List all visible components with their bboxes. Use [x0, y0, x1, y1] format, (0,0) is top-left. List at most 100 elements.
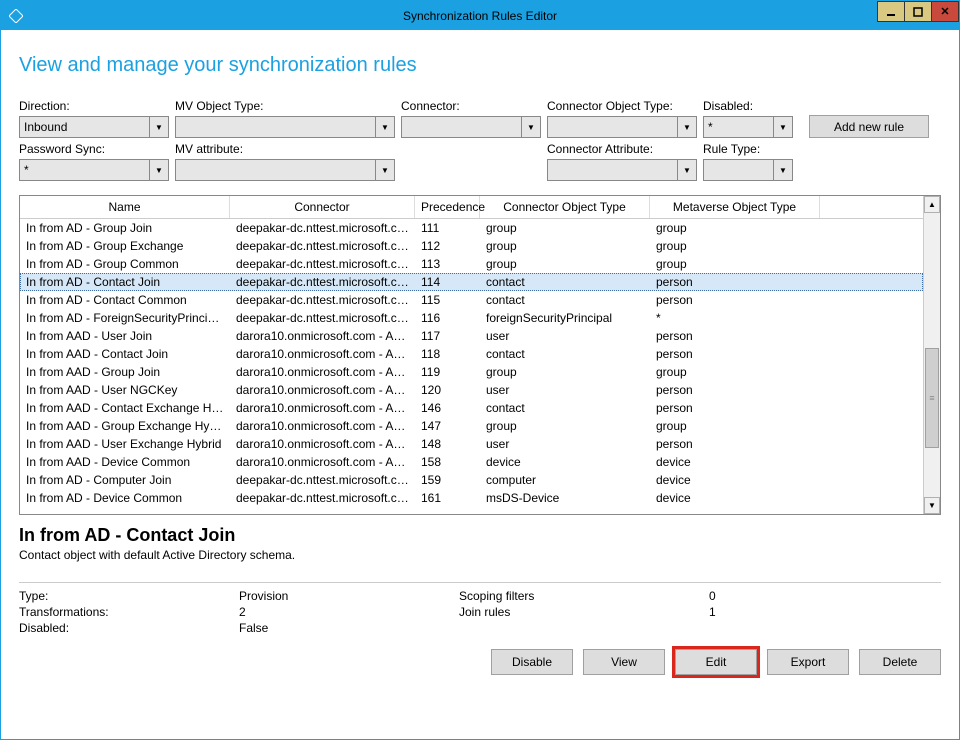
table-row[interactable]: In from AD - Contact Commondeepakar-dc.n…: [20, 291, 923, 309]
table-row[interactable]: In from AAD - Group Exchange Hybriddaror…: [20, 417, 923, 435]
table-row[interactable]: In from AD - Device Commondeepakar-dc.nt…: [20, 489, 923, 507]
chevron-down-icon[interactable]: ▼: [677, 159, 697, 181]
cell-precedence: 118: [415, 347, 480, 361]
view-button[interactable]: View: [583, 649, 665, 675]
connector-object-type-label: Connector Object Type:: [547, 99, 697, 113]
chevron-down-icon[interactable]: ▼: [773, 116, 793, 138]
disable-button[interactable]: Disable: [491, 649, 573, 675]
minimize-button[interactable]: [877, 1, 905, 22]
connector-field: [401, 116, 522, 138]
cell-connector: deepakar-dc.nttest.microsoft.com: [230, 293, 415, 307]
cell-name: In from AD - Group Join: [20, 221, 230, 235]
table-row[interactable]: In from AAD - User Exchange Hybriddarora…: [20, 435, 923, 453]
cell-connector: deepakar-dc.nttest.microsoft.com: [230, 221, 415, 235]
disabled-field: *: [703, 116, 774, 138]
cell-cot: group: [480, 239, 650, 253]
cell-mot: person: [650, 347, 820, 361]
table-row[interactable]: In from AD - Group Exchangedeepakar-dc.n…: [20, 237, 923, 255]
app-window: Synchronization Rules Editor ✕ View and …: [0, 0, 960, 740]
edit-button[interactable]: Edit: [675, 649, 757, 675]
cell-cot: contact: [480, 275, 650, 289]
cell-mot: device: [650, 455, 820, 469]
table-row[interactable]: In from AD - Group Commondeepakar-dc.ntt…: [20, 255, 923, 273]
col-connector[interactable]: Connector: [230, 196, 415, 218]
table-row[interactable]: In from AAD - Group Joindarora10.onmicro…: [20, 363, 923, 381]
connector-attribute-field: [547, 159, 678, 181]
scroll-thumb[interactable]: ≡: [925, 348, 939, 448]
connector-combo[interactable]: ▼: [401, 116, 541, 138]
connector-object-type-combo[interactable]: ▼: [547, 116, 697, 138]
direction-combo[interactable]: Inbound ▼: [19, 116, 169, 138]
cell-precedence: 113: [415, 257, 480, 271]
chevron-down-icon[interactable]: ▼: [521, 116, 541, 138]
cell-cot: msDS-Device: [480, 491, 650, 505]
table-row[interactable]: In from AD - Contact Joindeepakar-dc.ntt…: [20, 273, 923, 291]
disabled-combo[interactable]: * ▼: [703, 116, 793, 138]
maximize-button[interactable]: [904, 1, 932, 22]
cell-cot: contact: [480, 293, 650, 307]
col-metaverse-object-type[interactable]: Metaverse Object Type: [650, 196, 820, 218]
detail-description: Contact object with default Active Direc…: [19, 548, 941, 562]
add-new-rule-button[interactable]: Add new rule: [809, 115, 929, 138]
scroll-down-button[interactable]: ▼: [924, 497, 940, 514]
chevron-down-icon[interactable]: ▼: [375, 116, 395, 138]
delete-button[interactable]: Delete: [859, 649, 941, 675]
table-row[interactable]: In from AAD - Contact Exchange Hybriddar…: [20, 399, 923, 417]
cell-cot: group: [480, 419, 650, 433]
table-row[interactable]: In from AAD - User Joindarora10.onmicros…: [20, 327, 923, 345]
scroll-track[interactable]: ≡: [924, 213, 940, 497]
table-row[interactable]: In from AD - ForeignSecurityPrincipal Jo…: [20, 309, 923, 327]
cell-cot: contact: [480, 347, 650, 361]
cell-cot: user: [480, 383, 650, 397]
transformations-label: Transformations:: [19, 605, 239, 619]
cell-mot: person: [650, 293, 820, 307]
vertical-scrollbar[interactable]: ▲ ≡ ▼: [923, 196, 940, 514]
cell-connector: deepakar-dc.nttest.microsoft.com: [230, 275, 415, 289]
type-label: Type:: [19, 589, 239, 603]
join-rules-value: 1: [709, 605, 829, 619]
mv-attribute-combo[interactable]: ▼: [175, 159, 395, 181]
close-button[interactable]: ✕: [931, 1, 959, 22]
cell-connector: darora10.onmicrosoft.com - AAD: [230, 347, 415, 361]
mv-attribute-label: MV attribute:: [175, 142, 395, 156]
connector-attribute-combo[interactable]: ▼: [547, 159, 697, 181]
cell-name: In from AAD - Contact Exchange Hybrid: [20, 401, 230, 415]
password-sync-label: Password Sync:: [19, 142, 169, 156]
chevron-down-icon[interactable]: ▼: [677, 116, 697, 138]
table-row[interactable]: In from AAD - Device Commondarora10.onmi…: [20, 453, 923, 471]
cell-name: In from AD - Device Common: [20, 491, 230, 505]
cell-connector: darora10.onmicrosoft.com - AAD: [230, 383, 415, 397]
mv-object-type-label: MV Object Type:: [175, 99, 395, 113]
col-connector-object-type[interactable]: Connector Object Type: [480, 196, 650, 218]
table-row[interactable]: In from AAD - User NGCKeydarora10.onmicr…: [20, 381, 923, 399]
cell-cot: user: [480, 437, 650, 451]
chevron-down-icon[interactable]: ▼: [773, 159, 793, 181]
disabled-prop-label: Disabled:: [19, 621, 239, 635]
chevron-down-icon[interactable]: ▼: [375, 159, 395, 181]
mv-object-type-combo[interactable]: ▼: [175, 116, 395, 138]
chevron-down-icon[interactable]: ▼: [149, 116, 169, 138]
cell-connector: darora10.onmicrosoft.com - AAD: [230, 419, 415, 433]
cell-precedence: 114: [415, 275, 480, 289]
cell-precedence: 111: [415, 221, 480, 235]
titlebar[interactable]: Synchronization Rules Editor ✕: [1, 1, 959, 30]
password-sync-combo[interactable]: * ▼: [19, 159, 169, 181]
col-name[interactable]: Name: [20, 196, 230, 218]
table-row[interactable]: In from AAD - Contact Joindarora10.onmic…: [20, 345, 923, 363]
chevron-down-icon[interactable]: ▼: [149, 159, 169, 181]
cell-name: In from AD - ForeignSecurityPrincipal Jo…: [20, 311, 230, 325]
col-precedence[interactable]: Precedence: [415, 196, 480, 218]
cell-name: In from AAD - User Join: [20, 329, 230, 343]
rule-type-combo[interactable]: ▼: [703, 159, 793, 181]
cell-precedence: 148: [415, 437, 480, 451]
scroll-up-button[interactable]: ▲: [924, 196, 940, 213]
cell-mot: group: [650, 239, 820, 253]
disabled-prop-value: False: [239, 621, 459, 635]
cell-connector: darora10.onmicrosoft.com - AAD: [230, 437, 415, 451]
mv-object-type-field: [175, 116, 376, 138]
table-row[interactable]: In from AD - Computer Joindeepakar-dc.nt…: [20, 471, 923, 489]
export-button[interactable]: Export: [767, 649, 849, 675]
table-row[interactable]: In from AD - Group Joindeepakar-dc.nttes…: [20, 219, 923, 237]
type-value: Provision: [239, 589, 459, 603]
cell-name: In from AAD - Device Common: [20, 455, 230, 469]
